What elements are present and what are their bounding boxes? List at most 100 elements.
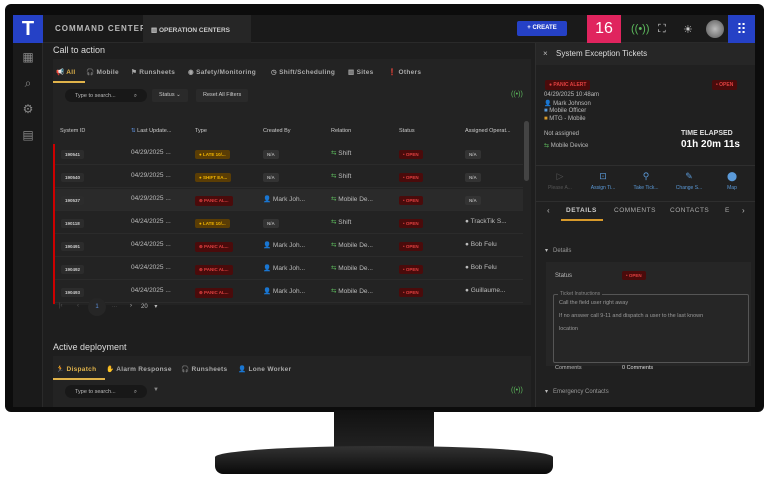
emergency-contacts-toggle[interactable]: ▾ Emergency Contacts <box>545 388 609 395</box>
change-status-icon: ✎ <box>685 171 693 181</box>
table-row[interactable]: 190540 04/29/2025 ... ● SHIFT EA... N/A ⇆ Sh… <box>53 166 523 188</box>
system-id[interactable]: 190492 <box>61 265 85 274</box>
ticket-datetime: 04/29/2025 10:48am <box>544 92 600 98</box>
table-row[interactable]: 190541 04/29/2025 ... ● LATE 10/... N/A ⇆ Sh… <box>53 143 523 165</box>
assigned-operator: N/A <box>465 173 481 182</box>
table-row[interactable]: 190537 04/29/2025 ... ⊕ PANIC AL... 👤 Mark … <box>53 189 523 211</box>
broadcast-icon[interactable]: ((•)) <box>631 23 650 35</box>
page-1-button[interactable]: 1 <box>88 298 106 316</box>
action-label: Please A... <box>548 185 572 191</box>
close-icon[interactable]: × <box>543 49 548 58</box>
tab-more[interactable]: E <box>725 207 729 214</box>
instruction-line: Call the field user right away <box>559 300 629 306</box>
filter-icon[interactable]: ▼ <box>153 387 159 393</box>
operation-centers-tab[interactable]: ▥ OPERATION CENTERS <box>143 15 251 43</box>
created-by: 👤 Mark Joh... <box>263 196 306 203</box>
table-row[interactable]: 190493 04/24/2025 ... ⊕ PANIC AL... 👤 Mark … <box>53 281 523 303</box>
tab-others[interactable]: ❗ Others <box>388 68 421 76</box>
tab-sites[interactable]: ▥ Sites <box>348 68 374 76</box>
status-filter-dropdown[interactable]: Status ⌄ <box>152 89 188 102</box>
tab-runsheets[interactable]: ⚑ Runsheets <box>131 68 175 76</box>
priority-bar <box>53 144 55 304</box>
status-badge: • OPEN <box>399 219 423 228</box>
search-icon[interactable]: ⌕ <box>21 76 35 90</box>
status-badge: • OPEN <box>399 173 423 182</box>
created-by: 👤 Mark Joh... <box>263 242 306 249</box>
table-scrollbar[interactable] <box>524 121 529 181</box>
details-section-toggle[interactable]: ▾ Details <box>545 247 571 254</box>
tab-comments[interactable]: COMMENTS <box>614 207 656 214</box>
tabs-next-icon[interactable]: › <box>742 206 745 215</box>
reset-filters-button[interactable]: Reset All Filters <box>196 89 249 102</box>
col-type[interactable]: Type <box>195 128 207 134</box>
prev-page-icon[interactable]: ‹ <box>77 303 79 309</box>
action-3-button[interactable]: ⚲ Take Tick... <box>626 171 666 191</box>
status-badge: • OPEN <box>399 242 423 251</box>
action-5-button[interactable]: ⬤ Map <box>712 171 752 191</box>
system-id[interactable]: 190540 <box>61 173 85 182</box>
system-id[interactable]: 190491 <box>61 242 85 251</box>
dashboard-icon[interactable]: ▦ <box>21 50 35 64</box>
deployment-search-input[interactable]: Type to search... ⌕ <box>65 385 147 398</box>
col-created-by[interactable]: Created By <box>263 128 291 134</box>
instruction-line: If no answer call 9-11 and dispatch a us… <box>559 313 704 319</box>
map-pin-icon: ⬤ <box>726 171 738 181</box>
table-row[interactable]: 190492 04/24/2025 ... ⊕ PANIC AL... 👤 Mark … <box>53 258 523 280</box>
table-row[interactable]: 190491 04/24/2025 ... ⊕ PANIC AL... 👤 Mark … <box>53 235 523 257</box>
ticket-instructions-field[interactable]: Ticket Instructions Call the field user … <box>553 291 749 363</box>
status-badge: • OPEN <box>399 196 423 205</box>
monitor-stand <box>334 410 434 448</box>
ticket-panel: × System Exception Tickets ● PANIC ALERT… <box>535 43 755 407</box>
live-feed-icon[interactable]: ((•)) <box>511 91 523 98</box>
action-1-button[interactable]: ▷ Please A... <box>540 171 580 191</box>
action-4-button[interactable]: ✎ Change S... <box>669 171 709 191</box>
last-update: 04/29/2025 ... <box>131 195 171 202</box>
apps-grid-icon[interactable]: ⠿ <box>728 15 755 43</box>
tab-mobile[interactable]: 🎧 Mobile <box>86 68 119 76</box>
brightness-icon[interactable]: ☀ <box>683 23 693 36</box>
col-relation[interactable]: Relation <box>331 128 351 134</box>
action-2-button[interactable]: ⊡ Assign Ti... <box>583 171 623 191</box>
tab-dispatch[interactable]: 🏃 Dispatch <box>56 365 96 373</box>
fullscreen-icon[interactable]: ⛶ <box>658 23 666 36</box>
col-status[interactable]: Status <box>399 128 415 134</box>
tab-alarm-response[interactable]: ✋ Alarm Response <box>106 365 172 373</box>
tab-details[interactable]: DETAILS <box>566 207 597 214</box>
tabs-prev-icon[interactable]: ‹ <box>547 206 550 215</box>
next-page-icon[interactable]: › <box>130 303 132 309</box>
system-id[interactable]: 190118 <box>61 219 84 228</box>
top-bar: COMMAND CENTER ▥ OPERATION CENTERS + CRE… <box>43 15 755 43</box>
tab-shift-scheduling[interactable]: ◷ Shift/Scheduling <box>271 68 335 76</box>
gear-icon[interactable]: ⚙ <box>21 102 35 116</box>
page-size-select[interactable]: 20 ▾ <box>141 303 157 310</box>
created-by: 👤 Mark Joh... <box>263 265 306 272</box>
monitor-base <box>215 446 553 474</box>
live-feed-icon[interactable]: ((•)) <box>511 387 523 394</box>
tab-runsheets[interactable]: 🎧 Runsheets <box>181 365 227 373</box>
create-button[interactable]: + CREATE <box>517 21 567 36</box>
cta-search-input[interactable]: Type to search... ⌕ <box>65 89 147 102</box>
tab-lone-worker[interactable]: 👤 Lone Worker <box>238 365 291 373</box>
user-avatar[interactable] <box>706 20 724 38</box>
col-system-id[interactable]: System ID <box>60 128 85 134</box>
map-icon[interactable]: ▤ <box>21 128 35 142</box>
screen: T ▦ ⌕ ⚙ ▤ COMMAND CENTER ▥ OPERATION CEN… <box>13 15 755 407</box>
tab-safety-monitoring[interactable]: ◉ Safety/Monitoring <box>188 68 256 76</box>
first-page-icon[interactable]: |‹ <box>59 303 63 309</box>
type-badge: ⊕ PANIC AL... <box>195 196 233 206</box>
table-row[interactable]: 190118 04/24/2025 ... ● LATE 10/... N/A ⇆ Sh… <box>53 212 523 234</box>
system-id[interactable]: 190541 <box>61 150 85 159</box>
col-last-update[interactable]: ⇅ Last Update... <box>131 128 171 134</box>
last-update: 04/24/2025 ... <box>131 241 171 248</box>
active-tab-indicator <box>561 219 603 221</box>
col-assigned-operator[interactable]: Assigned Operat... <box>465 128 511 134</box>
tab-contacts[interactable]: CONTACTS <box>670 207 709 214</box>
ticket-relation: ⇆ Mobile Device <box>544 143 589 149</box>
alert-counter[interactable]: 16 <box>587 15 621 43</box>
system-id[interactable]: 190537 <box>61 196 85 205</box>
operation-centers-label: OPERATION CENTERS <box>158 27 230 34</box>
app-logo[interactable]: T <box>13 15 43 43</box>
system-id[interactable]: 190493 <box>61 288 85 297</box>
tab-all[interactable]: 📢 All <box>56 68 75 76</box>
ticket-user: 👤 Mark Johnson <box>544 101 591 107</box>
